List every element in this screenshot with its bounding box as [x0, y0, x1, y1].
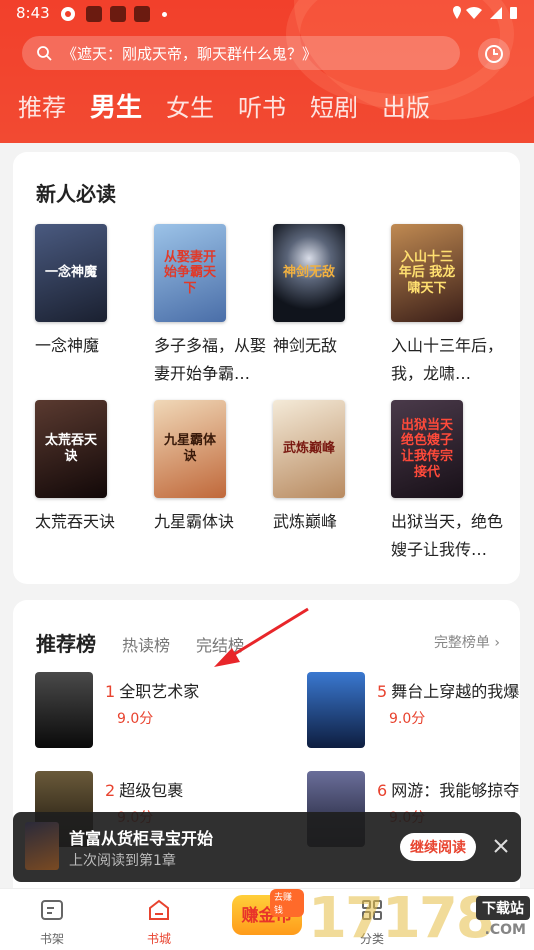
status-bar: 8:43	[0, 0, 534, 28]
book-cover: 武炼巅峰	[273, 400, 345, 498]
search-icon	[37, 46, 52, 61]
app-notification-icon	[60, 6, 76, 22]
tab-finished-ranking[interactable]: 完结榜	[196, 632, 244, 656]
nav-label: 书架	[39, 932, 64, 946]
book-title: 多子多福，从娶妻开始争霸…	[154, 336, 267, 383]
book-score: 9.0分	[389, 711, 426, 727]
book-title: 九星霸体诀	[154, 512, 235, 531]
book-cover	[25, 822, 59, 870]
book-title: 神剑无敌	[273, 336, 338, 355]
book-cover: 一念神魔	[35, 224, 107, 322]
close-banner-button[interactable]	[489, 834, 513, 858]
book-item[interactable]: 出狱当天 绝色嫂子让我传宗接代 出狱当天，绝色嫂子让我传…	[391, 400, 504, 564]
book-cover: 神剑无敌	[273, 224, 345, 322]
chevron-right-icon: ›	[494, 635, 500, 651]
ranking-title: 2 超级包裹	[105, 777, 183, 801]
more-notifications-dot	[162, 12, 167, 17]
book-item[interactable]: 从娶妻开始争霸天下 多子多福，从娶妻开始争霸…	[154, 224, 267, 388]
book-title: 武炼巅峰	[273, 512, 338, 531]
rank-number: 1	[105, 682, 116, 701]
book-title: 入山十三年后，我，龙啸…	[391, 336, 504, 383]
section-title: 新人必读	[36, 182, 116, 206]
book-item[interactable]: 一念神魔 一念神魔	[35, 224, 145, 360]
book-item[interactable]: 九星霸体诀 九星霸体诀	[154, 400, 264, 536]
book-title: 太荒吞天诀	[35, 512, 116, 531]
search-placeholder: 《遮天：刚成天帝，聊天群什么鬼？》	[62, 44, 318, 63]
ranking-item[interactable]: 5舞台上穿越的我爆红 9.0分	[307, 672, 520, 748]
last-read-chapter: 上次阅读到第1章	[69, 853, 176, 869]
rank-number: 5	[377, 682, 388, 701]
book-cover	[35, 672, 93, 748]
tab-publication[interactable]: 出版	[382, 88, 430, 128]
new-readers-section: 新人必读 一念神魔 一念神魔 从娶妻开始争霸天下 多子多福，从娶妻开始争霸… 神…	[13, 152, 520, 584]
tab-recommend[interactable]: 推荐	[18, 88, 66, 128]
tab-male[interactable]: 男生	[90, 88, 142, 128]
earn-coins-tag: 去赚钱	[270, 889, 304, 917]
app-notification-icon	[110, 6, 126, 22]
ranking-title: 1 全职艺术家	[105, 678, 199, 702]
tab-audiobook[interactable]: 听书	[238, 88, 286, 128]
nav-label: 书城	[146, 932, 171, 946]
book-cover: 九星霸体诀	[154, 400, 226, 498]
book-item[interactable]: 入山十三年后 我龙啸天下 入山十三年后，我，龙啸…	[391, 224, 504, 388]
home-icon	[149, 899, 169, 920]
ranking-item[interactable]: 1 全职艺术家 9.0分	[35, 672, 275, 748]
header: 8:43 《遮天：刚成天帝，聊天群什么鬼？》 推荐 男生 女生 听书 短剧 出版	[0, 0, 534, 143]
search-bar[interactable]: 《遮天：刚成天帝，聊天群什么鬼？》	[22, 36, 460, 70]
system-icons	[452, 5, 520, 25]
book-title: 全职艺术家	[119, 682, 200, 701]
book-cover: 出狱当天 绝色嫂子让我传宗接代	[391, 400, 463, 498]
app-notification-icon	[86, 6, 102, 22]
close-icon	[494, 839, 508, 853]
book-item[interactable]: 武炼巅峰 武炼巅峰	[273, 400, 383, 536]
book-score: 9.0分	[117, 711, 154, 727]
earn-coins-button[interactable]: 赚金币 去赚钱	[232, 889, 304, 945]
bookshelf-icon	[41, 900, 63, 920]
watermark-main: 17178	[308, 886, 495, 950]
channel-tabs: 推荐 男生 女生 听书 短剧 出版	[18, 88, 454, 128]
continue-reading-banner[interactable]: 首富从货柜寻宝开始 上次阅读到第1章 继续阅读	[13, 812, 521, 882]
book-title: 出狱当天，绝色嫂子让我传…	[391, 512, 504, 559]
book-title: 网游：我能够掠夺属	[391, 781, 520, 800]
rank-number: 6	[377, 781, 388, 800]
book-cover: 太荒吞天诀	[35, 400, 107, 498]
book-item[interactable]: 神剑无敌 神剑无敌	[273, 224, 383, 360]
ranking-title: 5舞台上穿越的我爆红	[377, 678, 520, 702]
full-ranking-label: 完整榜单	[433, 635, 490, 651]
history-button[interactable]	[478, 38, 510, 70]
ranking-title: 6网游：我能够掠夺属	[377, 777, 520, 801]
rank-number: 2	[105, 781, 116, 800]
clock-icon	[485, 45, 503, 63]
book-title: 舞台上穿越的我爆红	[391, 682, 520, 701]
book-cover: 从娶妻开始争霸天下	[154, 224, 226, 322]
continue-book-title: 首富从货柜寻宝开始	[69, 829, 214, 848]
tab-female[interactable]: 女生	[166, 88, 214, 128]
watermark-logo: 17178 下载站 .COM	[308, 886, 534, 950]
book-cover	[307, 672, 365, 748]
ranking-tabs: 推荐榜 热读榜 完结榜	[36, 628, 270, 657]
nav-bookshelf[interactable]: 书架	[22, 897, 82, 947]
book-item[interactable]: 太荒吞天诀 太荒吞天诀	[35, 400, 145, 536]
full-ranking-link[interactable]: 完整榜单 ›	[434, 632, 500, 652]
watermark-tag: 下载站	[476, 896, 530, 920]
book-title: 一念神魔	[35, 336, 100, 355]
nav-bookstore[interactable]: 书城	[129, 897, 189, 947]
continue-reading-button[interactable]: 继续阅读	[400, 833, 476, 861]
watermark-sub: .COM	[484, 922, 526, 938]
book-cover: 入山十三年后 我龙啸天下	[391, 224, 463, 322]
tab-short-drama[interactable]: 短剧	[310, 88, 358, 128]
status-time: 8:43	[16, 4, 50, 22]
tab-hot-ranking[interactable]: 热读榜	[122, 632, 170, 656]
tab-recommend-ranking[interactable]: 推荐榜	[36, 628, 96, 657]
book-title: 超级包裹	[119, 781, 184, 800]
app-notification-icon	[134, 6, 150, 22]
